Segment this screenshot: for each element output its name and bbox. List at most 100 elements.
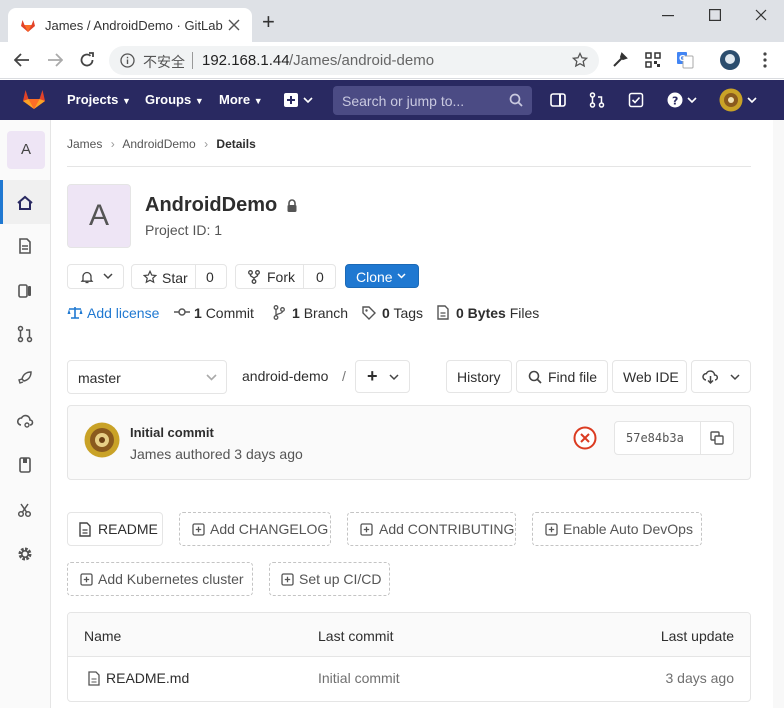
nav-more[interactable]: More ▼ [219, 80, 263, 120]
setup-ci-button[interactable]: Set up CI/CD [269, 562, 390, 596]
repo-path[interactable]: android-demo [242, 368, 328, 384]
url-path: /James/android-demo [289, 52, 435, 69]
sidebar-project-avatar[interactable]: A [7, 131, 45, 169]
close-tab-icon[interactable] [228, 19, 240, 31]
search-icon [509, 93, 523, 107]
settings-gear-icon[interactable] [16, 545, 34, 563]
page-scrollbar[interactable] [773, 120, 784, 708]
merge-requests-icon[interactable] [16, 325, 34, 343]
qr-code-extension-icon[interactable] [645, 52, 661, 68]
omni-divider [192, 52, 193, 69]
security-label: 不安全 [143, 54, 185, 70]
maximize-icon[interactable] [709, 9, 721, 21]
commit-title[interactable]: Initial commit [130, 425, 214, 440]
nav-groups-label: Groups [145, 92, 192, 107]
clone-button[interactable]: Clone [345, 264, 419, 288]
add-contributing-button[interactable]: Add CONTRIBUTING [347, 512, 516, 546]
file-table: Name Last commit Last update README.md I… [67, 612, 751, 702]
todo-check-icon[interactable] [628, 92, 644, 108]
license-scale-icon [67, 306, 83, 319]
table-row[interactable]: README.md Initial commit 3 days ago [68, 657, 750, 701]
gitlab-favicon-icon [20, 17, 36, 33]
plus-square-icon [360, 523, 373, 536]
browser-tab[interactable]: James / AndroidDemo · GitLab [8, 8, 252, 42]
breadcrumb: James › AndroidDemo › Details [67, 137, 256, 151]
sidebar-toggle-icon[interactable] [550, 92, 566, 108]
star-divider [195, 265, 196, 288]
gitlab-logo-icon[interactable] [22, 88, 46, 110]
gitlab-search-input[interactable]: Search or jump to... [333, 86, 532, 115]
issues-icon[interactable] [16, 282, 34, 300]
minimize-icon[interactable] [662, 15, 674, 17]
snippets-scissors-icon[interactable] [16, 501, 34, 519]
home-icon[interactable] [16, 194, 34, 212]
file-name[interactable]: README.md [106, 670, 189, 686]
wiki-book-icon[interactable] [16, 456, 34, 474]
project-title: AndroidDemo [145, 194, 278, 216]
files-size-link[interactable]: 0 Bytes Files [456, 305, 539, 321]
tags-link[interactable]: 0 Tags [382, 305, 423, 321]
merge-request-icon[interactable] [589, 92, 605, 108]
breadcrumb-project[interactable]: AndroidDemo [122, 137, 195, 151]
col-header-last-commit: Last commit [318, 628, 394, 644]
browser-menu-icon[interactable] [763, 52, 767, 68]
file-last-commit[interactable]: Initial commit [318, 670, 400, 686]
close-window-icon[interactable] [755, 9, 767, 21]
address-bar[interactable]: 不安全 192.168.1.44 /James/android-demo [109, 46, 599, 75]
fork-button[interactable]: Fork 0 [235, 264, 336, 289]
commits-link[interactable]: 1 Commit [194, 305, 254, 321]
operations-cloud-icon[interactable] [16, 412, 34, 430]
star-count: 0 [206, 269, 214, 285]
commit-sha[interactable]: 57e84b3a [626, 431, 684, 445]
star-button[interactable]: Star 0 [131, 264, 227, 289]
svg-text:?: ? [672, 95, 678, 108]
project-id: Project ID: 1 [145, 222, 223, 238]
back-icon[interactable] [14, 53, 30, 67]
add-license-link[interactable]: Add license [87, 305, 159, 321]
tag-icon [362, 306, 376, 320]
nav-groups[interactable]: Groups ▼ [145, 80, 204, 120]
breadcrumb-owner[interactable]: James [67, 137, 102, 151]
ci-cd-rocket-icon[interactable] [16, 369, 34, 387]
nav-projects[interactable]: Projects ▼ [67, 80, 131, 120]
tab-title: James / AndroidDemo · GitLab [45, 18, 223, 33]
new-tab-button[interactable]: + [262, 11, 275, 33]
forward-icon[interactable] [47, 53, 63, 67]
web-ide-button[interactable]: Web IDE [612, 360, 687, 393]
add-changelog-button[interactable]: Add CHANGELOG [179, 512, 331, 546]
branch-select[interactable]: master [67, 360, 227, 394]
find-file-button[interactable]: Find file [516, 360, 608, 393]
commit-icon [174, 307, 190, 317]
commits-count: 1 [194, 305, 202, 321]
translate-extension-icon[interactable]: G [676, 51, 694, 69]
pipeline-failed-icon[interactable] [573, 426, 597, 450]
copy-sha-icon[interactable] [710, 431, 724, 445]
chevron-down-icon: ▼ [253, 96, 263, 106]
commit-sha-group: 57e84b3a [614, 421, 734, 455]
bell-icon [80, 270, 94, 284]
size-label: Files [509, 305, 540, 321]
profile-avatar-icon[interactable] [720, 50, 740, 70]
branches-link[interactable]: 1 Branch [292, 305, 348, 321]
bookmark-star-icon[interactable] [572, 52, 588, 68]
help-icon[interactable]: ? [667, 92, 697, 108]
enable-auto-devops-button[interactable]: Enable Auto DevOps [532, 512, 702, 546]
reload-icon[interactable] [79, 52, 95, 68]
fork-icon [248, 270, 260, 284]
author-avatar[interactable] [84, 422, 120, 458]
history-button[interactable]: History [446, 360, 512, 393]
download-dropdown[interactable] [691, 360, 751, 393]
file-table-header: Name Last commit Last update [68, 613, 750, 657]
plus-square-icon [545, 523, 558, 536]
add-file-dropdown[interactable]: + [355, 360, 410, 393]
file-last-update: 3 days ago [665, 670, 735, 686]
info-icon[interactable] [120, 53, 135, 68]
repository-doc-icon[interactable] [16, 237, 34, 255]
user-avatar-icon[interactable] [719, 88, 757, 112]
notification-dropdown[interactable] [67, 264, 124, 289]
add-kubernetes-button[interactable]: Add Kubernetes cluster [67, 562, 253, 596]
breadcrumb-separator-icon: › [110, 137, 115, 151]
new-plus-icon[interactable] [284, 93, 314, 107]
readme-button[interactable]: README [67, 512, 163, 546]
eyedropper-extension-icon[interactable] [612, 52, 628, 68]
